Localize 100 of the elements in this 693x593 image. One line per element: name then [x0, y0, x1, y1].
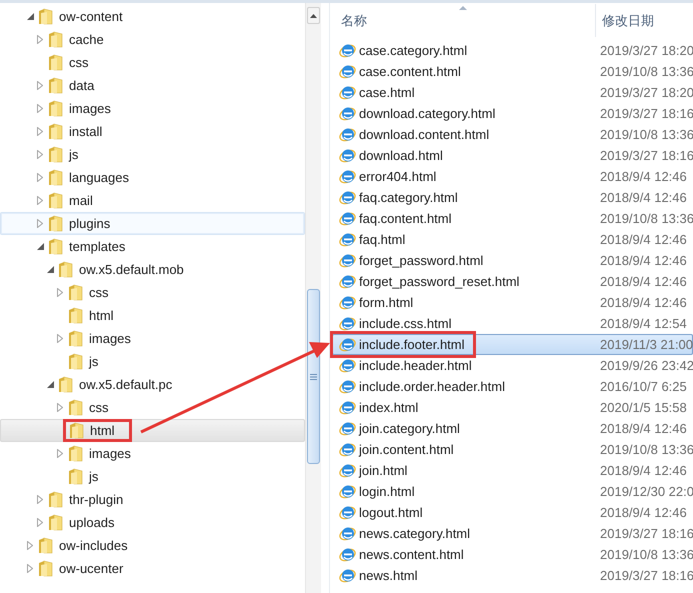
folder-tree-row[interactable]: data — [0, 74, 305, 97]
browser-file-icon — [339, 42, 356, 59]
folder-label: js — [89, 352, 98, 371]
file-row[interactable]: include.css.html 2018/9/4 12:54 — [332, 313, 693, 334]
file-row[interactable]: faq.category.html 2018/9/4 12:46 — [332, 187, 693, 208]
column-header[interactable]: 名称 — [330, 10, 595, 30]
folder-tree-row[interactable]: js — [0, 350, 305, 373]
folder-tree-row[interactable]: install — [0, 120, 305, 143]
file-row[interactable]: join.html 2018/9/4 12:46 — [332, 460, 693, 481]
folder-tree-row[interactable]: mail — [0, 189, 305, 212]
file-row[interactable]: logout.html 2018/9/4 12:46 — [332, 502, 693, 523]
scroll-thumb[interactable] — [307, 289, 320, 464]
file-row[interactable]: form.html 2018/9/4 12:46 — [332, 292, 693, 313]
collapsed-triangle-icon[interactable] — [37, 104, 43, 113]
folder-tree-row[interactable]: html — [0, 304, 305, 327]
file-row[interactable]: error404.html 2018/9/4 12:46 — [332, 166, 693, 187]
folder-tree-row[interactable]: cache — [0, 28, 305, 51]
folder-label: mail — [69, 192, 93, 210]
file-name: login.html — [359, 482, 415, 501]
folder-tree-row[interactable]: html — [0, 419, 305, 442]
folder-icon — [48, 238, 64, 255]
collapsed-triangle-icon[interactable] — [37, 173, 43, 182]
folder-icon — [48, 514, 64, 531]
column-header[interactable]: 修改日期 — [596, 10, 654, 30]
scroll-up-button[interactable] — [307, 7, 320, 24]
collapsed-triangle-icon[interactable] — [57, 334, 63, 343]
modified-date: 2018/9/4 12:46 — [599, 272, 687, 291]
file-row[interactable]: index.html 2020/1/5 15:58 — [332, 397, 693, 418]
collapsed-triangle-icon[interactable] — [37, 127, 43, 136]
folder-tree-row[interactable]: ow-ucenter — [0, 557, 305, 580]
file-name: case.category.html — [359, 42, 468, 60]
folder-tree-row[interactable]: uploads — [0, 511, 305, 534]
expanded-triangle-icon[interactable] — [47, 266, 54, 273]
expanded-triangle-icon[interactable] — [47, 381, 54, 388]
folder-icon — [38, 537, 54, 554]
collapsed-triangle-icon[interactable] — [37, 150, 43, 159]
folder-tree-row[interactable]: js — [0, 143, 305, 166]
collapsed-triangle-icon[interactable] — [27, 564, 33, 573]
folder-tree-row[interactable]: thr-plugin — [0, 488, 305, 511]
browser-file-icon — [339, 357, 356, 374]
collapsed-triangle-icon[interactable] — [57, 449, 63, 458]
collapsed-triangle-icon[interactable] — [37, 81, 43, 90]
folder-label: ow.x5.default.pc — [79, 376, 172, 394]
collapsed-triangle-icon[interactable] — [37, 35, 43, 44]
file-name: form.html — [359, 294, 414, 312]
folder-tree-row[interactable]: images — [0, 327, 305, 350]
folder-tree-row[interactable]: ow.x5.default.mob — [0, 258, 305, 281]
folder-label: data — [69, 76, 94, 95]
file-row[interactable]: join.category.html 2018/9/4 12:46 — [332, 418, 693, 439]
folder-tree-row[interactable]: css — [0, 51, 305, 74]
browser-file-icon — [339, 504, 356, 521]
file-name: join.html — [359, 462, 408, 480]
browser-file-icon — [339, 483, 356, 500]
modified-date: 2018/9/4 12:46 — [599, 504, 687, 522]
modified-date: 2016/10/7 6:25 — [599, 378, 687, 396]
expanded-triangle-icon[interactable] — [37, 243, 44, 250]
file-name: download.html — [359, 146, 443, 165]
folder-label: languages — [69, 168, 129, 187]
collapsed-triangle-icon[interactable] — [37, 219, 43, 228]
up-arrow-icon — [310, 14, 317, 18]
folder-tree-row[interactable]: languages — [0, 166, 305, 189]
file-row[interactable]: forget_password_reset.html 2018/9/4 12:46 — [332, 271, 693, 292]
expanded-triangle-icon[interactable] — [27, 13, 34, 20]
folder-icon — [48, 100, 64, 117]
file-row[interactable]: faq.html 2018/9/4 12:46 — [332, 229, 693, 250]
vertical-scrollbar[interactable] — [305, 3, 321, 593]
folder-tree-row[interactable]: ow.x5.default.pc — [0, 373, 305, 396]
folder-label: css — [69, 54, 88, 72]
file-name: download.category.html — [359, 104, 496, 123]
collapsed-triangle-icon[interactable] — [57, 403, 63, 412]
browser-file-icon — [339, 273, 356, 290]
folder-tree-row[interactable]: images — [0, 97, 305, 120]
folder-label: plugins — [69, 214, 110, 233]
file-name: case.content.html — [359, 62, 461, 81]
folder-label: images — [89, 444, 131, 463]
collapsed-triangle-icon[interactable] — [27, 541, 33, 550]
file-name: download.content.html — [359, 126, 490, 144]
collapsed-triangle-icon[interactable] — [57, 288, 63, 297]
file-name: join.content.html — [359, 440, 454, 459]
modified-date: 2018/9/4 12:46 — [599, 252, 687, 270]
file-row[interactable]: include.header.html 2019/9/26 23:42 — [332, 355, 693, 376]
modified-date: 2019/9/26 23:42 — [599, 356, 693, 375]
folder-tree-row[interactable]: css — [0, 396, 305, 419]
folder-tree-row[interactable]: ow-content — [0, 5, 305, 28]
file-name: error404.html — [359, 168, 436, 186]
folder-tree-row[interactable]: templates — [0, 235, 305, 258]
folder-icon — [58, 376, 74, 393]
file-row[interactable]: forget_password.html 2018/9/4 12:46 — [332, 250, 693, 271]
folder-tree-row[interactable]: js — [0, 465, 305, 488]
collapsed-triangle-icon[interactable] — [37, 196, 43, 205]
browser-file-icon — [339, 315, 356, 332]
folder-tree-row[interactable]: ow-includes — [0, 534, 305, 557]
folder-label: ow-ucenter — [59, 560, 124, 578]
folder-tree-row[interactable]: plugins — [0, 212, 305, 235]
collapsed-triangle-icon[interactable] — [37, 495, 43, 504]
collapsed-triangle-icon[interactable] — [37, 518, 43, 527]
folder-tree-row[interactable]: css — [0, 281, 305, 304]
folder-tree-row[interactable]: images — [0, 442, 305, 465]
browser-file-icon — [339, 147, 356, 164]
file-row[interactable]: include.order.header.html 2016/10/7 6:25 — [332, 376, 693, 397]
